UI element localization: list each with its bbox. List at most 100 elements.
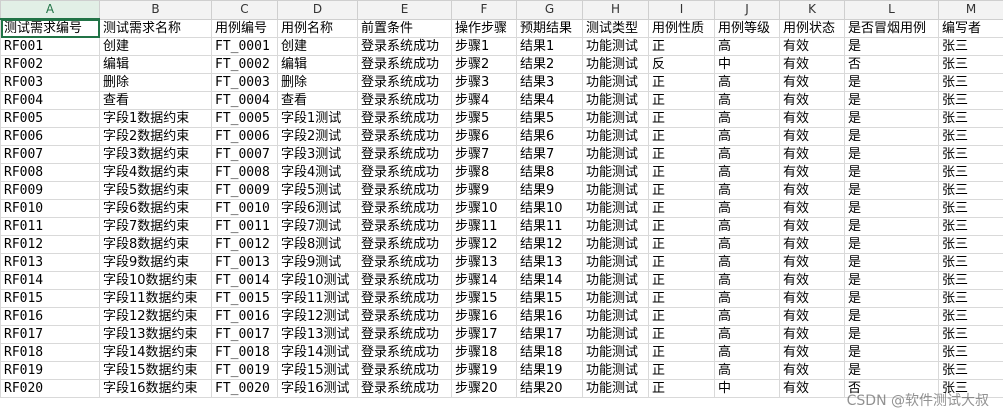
table-cell[interactable]: 步骤11 — [451, 217, 517, 236]
table-cell[interactable]: 登录系统成功 — [357, 343, 452, 362]
table-cell[interactable]: FT_0017 — [211, 325, 278, 344]
column-header-b[interactable]: B — [99, 0, 212, 20]
table-cell[interactable]: FT_0015 — [211, 289, 278, 308]
table-cell[interactable]: 查看 — [99, 91, 212, 110]
table-cell[interactable]: 字段15数据约束 — [99, 361, 212, 380]
table-cell[interactable]: 字段10测试 — [277, 271, 358, 290]
table-cell[interactable]: 功能测试 — [582, 145, 649, 164]
field-header-cell[interactable]: 用例等级 — [714, 18, 780, 38]
table-cell[interactable]: RF005 — [0, 109, 100, 128]
table-cell[interactable]: 功能测试 — [582, 217, 649, 236]
table-cell[interactable]: 张三 — [938, 37, 1003, 56]
table-cell[interactable]: RF020 — [0, 379, 100, 398]
table-cell[interactable]: 功能测试 — [582, 253, 649, 272]
table-cell[interactable]: 步骤13 — [451, 253, 517, 272]
table-cell[interactable]: 字段3数据约束 — [99, 145, 212, 164]
column-header-g[interactable]: G — [516, 0, 583, 20]
table-cell[interactable]: 步骤19 — [451, 361, 517, 380]
table-cell[interactable]: 结果16 — [516, 307, 583, 326]
table-cell[interactable]: RF014 — [0, 271, 100, 290]
table-cell[interactable]: 登录系统成功 — [357, 307, 452, 326]
table-cell[interactable]: 高 — [714, 127, 780, 146]
table-cell[interactable]: FT_0001 — [211, 37, 278, 56]
table-cell[interactable]: 正 — [648, 253, 715, 272]
table-cell[interactable]: 是 — [844, 217, 939, 236]
table-cell[interactable]: 张三 — [938, 217, 1003, 236]
table-cell[interactable]: 中 — [714, 55, 780, 74]
table-cell[interactable]: 步骤12 — [451, 235, 517, 254]
table-cell[interactable]: 字段15测试 — [277, 361, 358, 380]
table-cell[interactable]: 高 — [714, 181, 780, 200]
table-cell[interactable]: 结果14 — [516, 271, 583, 290]
table-cell[interactable]: RF009 — [0, 181, 100, 200]
table-cell[interactable]: 步骤8 — [451, 163, 517, 182]
table-cell[interactable]: 正 — [648, 217, 715, 236]
table-cell[interactable]: 结果4 — [516, 91, 583, 110]
table-cell[interactable]: RF016 — [0, 307, 100, 326]
table-cell[interactable]: 高 — [714, 307, 780, 326]
table-cell[interactable]: 步骤17 — [451, 325, 517, 344]
column-header-c[interactable]: C — [211, 0, 278, 20]
table-cell[interactable]: 步骤14 — [451, 271, 517, 290]
table-cell[interactable]: 字段6测试 — [277, 199, 358, 218]
field-header-cell[interactable]: 操作步骤 — [451, 18, 517, 38]
table-cell[interactable]: 查看 — [277, 91, 358, 110]
table-cell[interactable]: 结果15 — [516, 289, 583, 308]
table-cell[interactable]: 是 — [844, 271, 939, 290]
table-cell[interactable]: 功能测试 — [582, 325, 649, 344]
table-cell[interactable]: 登录系统成功 — [357, 271, 452, 290]
table-cell[interactable]: 高 — [714, 271, 780, 290]
table-cell[interactable]: 登录系统成功 — [357, 163, 452, 182]
table-cell[interactable]: 是 — [844, 235, 939, 254]
table-cell[interactable]: 张三 — [938, 91, 1003, 110]
table-cell[interactable]: 字段10数据约束 — [99, 271, 212, 290]
table-cell[interactable]: 有效 — [779, 199, 845, 218]
table-cell[interactable]: 高 — [714, 325, 780, 344]
table-cell[interactable]: 高 — [714, 109, 780, 128]
table-cell[interactable]: 正 — [648, 343, 715, 362]
table-cell[interactable]: 步骤6 — [451, 127, 517, 146]
table-cell[interactable]: 结果2 — [516, 55, 583, 74]
table-cell[interactable]: 有效 — [779, 343, 845, 362]
table-cell[interactable]: 张三 — [938, 271, 1003, 290]
column-header-l[interactable]: L — [844, 0, 939, 20]
table-cell[interactable]: 否 — [844, 55, 939, 74]
table-cell[interactable]: 结果11 — [516, 217, 583, 236]
table-cell[interactable]: 登录系统成功 — [357, 145, 452, 164]
table-cell[interactable]: 功能测试 — [582, 37, 649, 56]
table-cell[interactable]: 登录系统成功 — [357, 73, 452, 92]
table-cell[interactable]: 正 — [648, 271, 715, 290]
table-cell[interactable]: 字段5测试 — [277, 181, 358, 200]
table-cell[interactable]: 有效 — [779, 181, 845, 200]
table-cell[interactable]: 正 — [648, 181, 715, 200]
column-header-i[interactable]: I — [648, 0, 715, 20]
table-cell[interactable]: 有效 — [779, 55, 845, 74]
table-cell[interactable]: 是 — [844, 127, 939, 146]
table-cell[interactable]: 字段13数据约束 — [99, 325, 212, 344]
field-header-cell[interactable]: 测试类型 — [582, 18, 649, 38]
table-cell[interactable]: 是 — [844, 181, 939, 200]
table-cell[interactable]: 张三 — [938, 73, 1003, 92]
table-cell[interactable]: 功能测试 — [582, 343, 649, 362]
table-cell[interactable]: 有效 — [779, 271, 845, 290]
table-cell[interactable]: 结果7 — [516, 145, 583, 164]
table-cell[interactable]: FT_0020 — [211, 379, 278, 398]
table-cell[interactable]: 张三 — [938, 325, 1003, 344]
table-cell[interactable]: 正 — [648, 163, 715, 182]
table-cell[interactable]: 张三 — [938, 109, 1003, 128]
table-cell[interactable]: RF004 — [0, 91, 100, 110]
table-cell[interactable]: 高 — [714, 163, 780, 182]
table-cell[interactable]: RF019 — [0, 361, 100, 380]
table-cell[interactable]: 正 — [648, 91, 715, 110]
table-cell[interactable]: 是 — [844, 307, 939, 326]
table-cell[interactable]: 结果13 — [516, 253, 583, 272]
field-header-cell[interactable]: 预期结果 — [516, 18, 583, 38]
table-cell[interactable]: FT_0009 — [211, 181, 278, 200]
table-cell[interactable]: RF010 — [0, 199, 100, 218]
table-cell[interactable]: 功能测试 — [582, 127, 649, 146]
table-cell[interactable]: 功能测试 — [582, 109, 649, 128]
table-cell[interactable]: 正 — [648, 37, 715, 56]
table-cell[interactable]: 高 — [714, 145, 780, 164]
table-cell[interactable]: 正 — [648, 199, 715, 218]
table-cell[interactable]: 登录系统成功 — [357, 361, 452, 380]
